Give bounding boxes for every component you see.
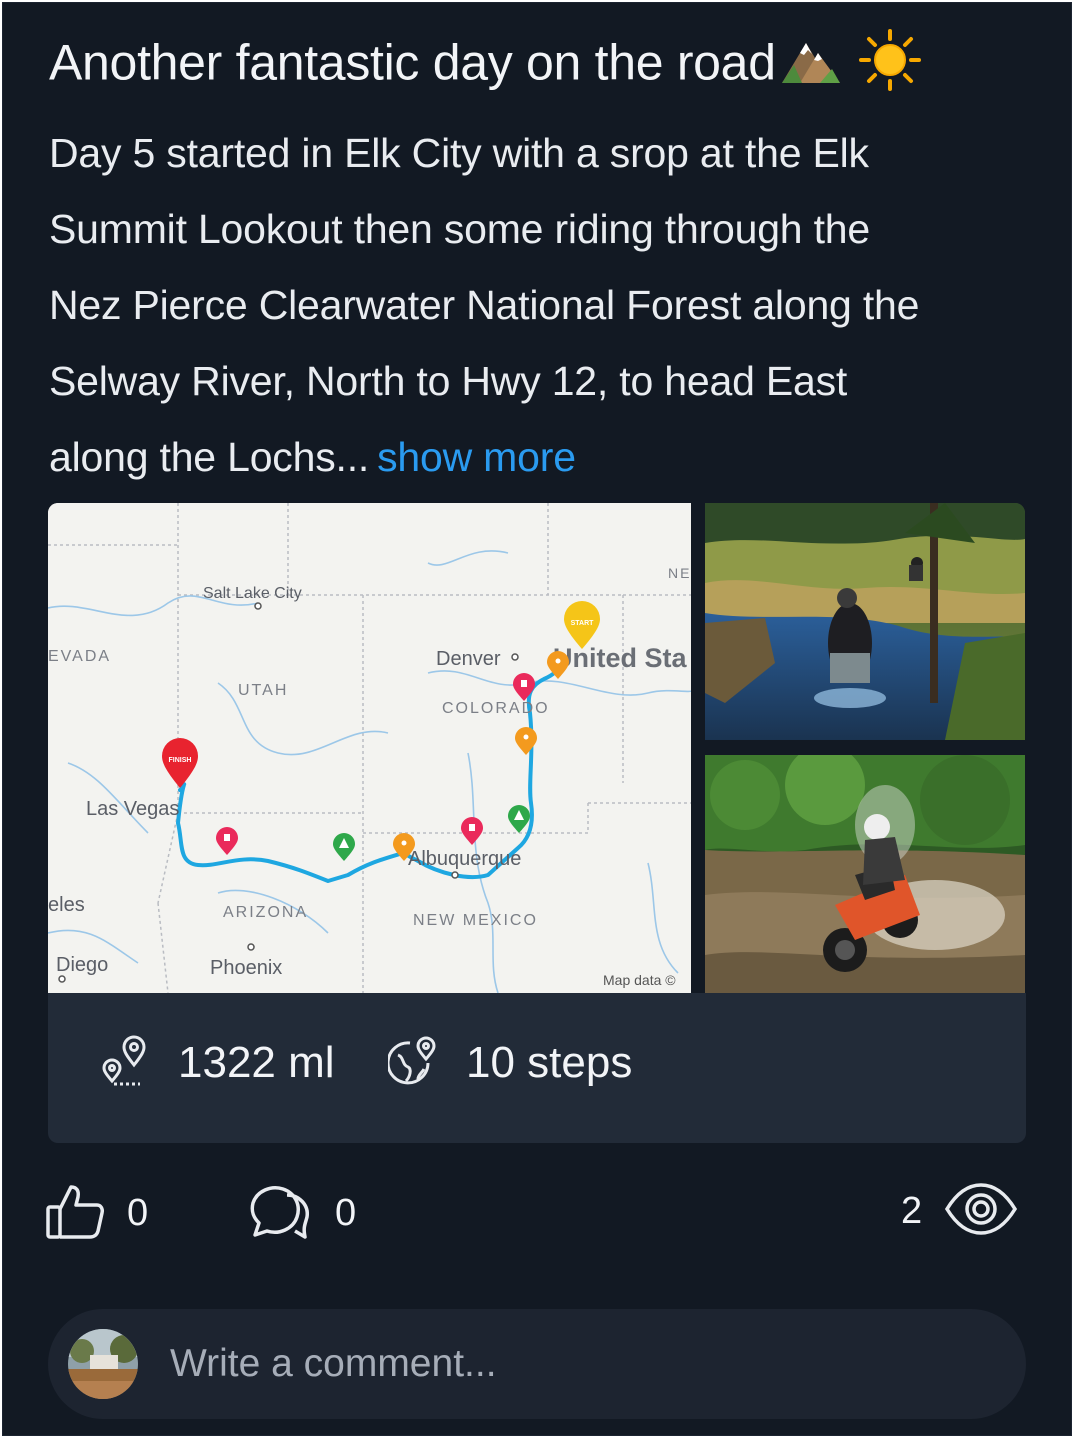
sun-icon [859, 29, 922, 104]
comment-button[interactable]: 0 [247, 1181, 356, 1246]
map-label-san-diego: Diego [56, 954, 108, 976]
post-title-text: Another fantastic day on the road [49, 34, 776, 91]
map-label-salt-lake-city: Salt Lake City [203, 585, 302, 602]
distance-value: 1322 ml [178, 1038, 335, 1087]
distance-stat: 1322 ml [100, 1033, 335, 1093]
map-label-united-states: United Sta [553, 643, 687, 673]
thumbs-up-icon [45, 1181, 105, 1246]
map-label-phoenix: Phoenix [210, 957, 282, 979]
ride-photo-river-crossing[interactable] [705, 503, 1025, 740]
route-map[interactable]: Salt Lake City Denver Las Vegas Albuquer… [48, 503, 691, 993]
map-label-nevada: EVADA [48, 648, 111, 665]
finish-marker-label: FINISH [169, 757, 192, 764]
ride-photo-splash[interactable] [705, 755, 1025, 993]
steps-stat: 10 steps [386, 1033, 633, 1093]
user-avatar [68, 1329, 138, 1399]
post-body-line-last: along the Lochs... show more [49, 419, 1049, 495]
map-label-los-angeles: eles [48, 894, 85, 916]
route-stats: 1322 ml 10 steps [48, 993, 1026, 1143]
route-pins-icon [100, 1035, 152, 1092]
post-body-line: Summit Lookout then some riding through … [49, 206, 870, 252]
globe-pin-icon [386, 1035, 440, 1092]
eye-icon [944, 1181, 1018, 1242]
comment-bubbles-icon [247, 1181, 313, 1246]
map-label-new-mexico: NEW MEXICO [413, 912, 538, 929]
post-body-line: along the Lochs... [49, 434, 370, 480]
comment-input[interactable]: Write a comment... [48, 1309, 1026, 1419]
map-label-ne: NE [668, 565, 691, 581]
post-actions: 0 0 2 [3, 1173, 1073, 1263]
map-label-utah: UTAH [238, 682, 288, 699]
like-button[interactable]: 0 [45, 1181, 148, 1246]
post-body-line: Nez Pierce Clearwater National Forest al… [49, 282, 920, 328]
view-count: 2 [901, 1190, 923, 1232]
mountain-icon [780, 35, 842, 98]
post-body-line: Selway River, North to Hwy 12, to head E… [49, 358, 848, 404]
views-indicator: 2 [901, 1181, 1018, 1242]
map-label-colorado: COLORADO [442, 700, 550, 717]
map-attribution: Map data © [603, 972, 676, 988]
start-marker-label: START [571, 620, 595, 627]
map-label-las-vegas: Las Vegas [86, 798, 179, 820]
like-count: 0 [127, 1192, 149, 1234]
map-label-denver: Denver [436, 648, 501, 670]
show-more-link[interactable]: show more [377, 434, 576, 480]
post-body-line: Day 5 started in Elk City with a srop at… [49, 130, 869, 176]
post-title: Another fantastic day on the road [49, 29, 922, 104]
map-label-arizona: ARIZONA [223, 904, 308, 921]
comment-count: 0 [335, 1192, 357, 1234]
comment-placeholder: Write a comment... [170, 1342, 497, 1385]
post-body: Day 5 started in Elk City with a srop at… [49, 115, 1049, 495]
steps-value: 10 steps [466, 1038, 633, 1087]
map-label-albuquerque: Albuquerque [408, 848, 521, 870]
post-card: Another fantastic day on the road Day 5 … [2, 2, 1072, 1436]
